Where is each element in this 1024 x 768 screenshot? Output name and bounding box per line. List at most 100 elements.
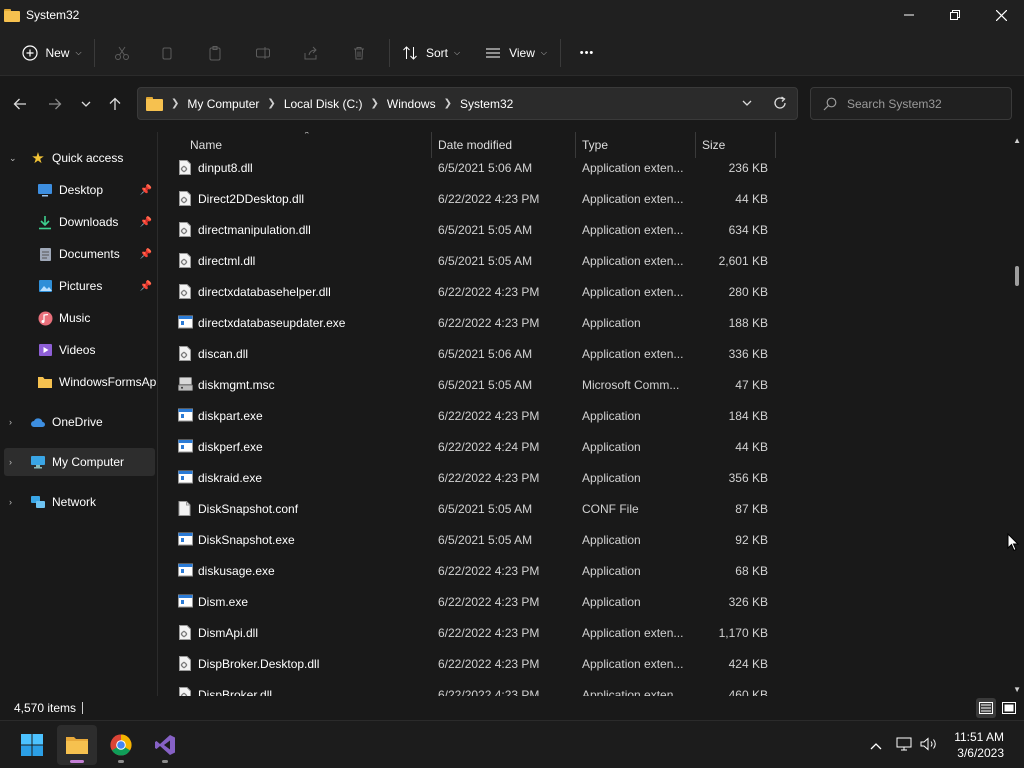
sidebar-item-label: OneDrive <box>52 415 103 429</box>
minimize-button[interactable] <box>886 0 932 30</box>
vertical-scrollbar[interactable]: ▲ ▼ <box>1010 132 1024 696</box>
start-button[interactable] <box>12 725 52 765</box>
computer-icon <box>30 454 46 470</box>
pin-icon[interactable]: 📌 <box>140 249 152 260</box>
table-row[interactable]: Dism.exe 6/22/2022 4:23 PM Application 326 … <box>159 586 799 617</box>
column-type[interactable]: Type <box>582 138 608 152</box>
table-row[interactable]: DismApi.dll 6/22/2022 4:23 PM Application … <box>159 617 799 648</box>
forward-button[interactable] <box>43 92 67 116</box>
chevron-down-icon[interactable]: ⌄ <box>9 153 21 164</box>
table-row[interactable]: directxdatabasehelper.dll 6/22/2022 4:23 … <box>159 276 799 307</box>
exe-icon <box>178 439 193 454</box>
more-options-button[interactable]: ••• <box>567 37 607 69</box>
sidebar-item-label: Quick access <box>52 151 124 165</box>
chevron-right-icon: ❯ <box>370 98 379 109</box>
back-button[interactable] <box>8 92 32 116</box>
file-name: directxdatabasehelper.dll <box>198 284 331 299</box>
window-title: System32 <box>26 8 80 22</box>
chevron-right-icon[interactable]: › <box>9 417 21 427</box>
column-size[interactable]: Size <box>702 138 725 152</box>
table-row[interactable]: dinput8.dll 6/5/2021 5:06 AM Application e… <box>159 152 799 183</box>
table-row[interactable]: DiskSnapshot.conf 6/5/2021 5:05 AM CONF Fi… <box>159 493 799 524</box>
column-name[interactable]: Name <box>190 138 222 152</box>
new-button[interactable]: New ⌵ <box>16 37 88 69</box>
sidebar-item-documents[interactable]: Documents 📌 <box>0 240 158 268</box>
chevron-right-icon: ❯ <box>443 98 452 109</box>
scroll-down-icon[interactable]: ▼ <box>1013 685 1021 694</box>
pin-icon[interactable]: 📌 <box>140 217 152 228</box>
file-date-modified: 6/22/2022 4:23 PM <box>438 284 540 299</box>
column-date-modified[interactable]: Date modified <box>438 138 512 152</box>
search-icon <box>823 97 837 110</box>
pin-icon[interactable]: 📌 <box>140 281 152 292</box>
taskbar-chrome[interactable] <box>101 725 141 765</box>
details-view-button[interactable] <box>976 698 996 718</box>
table-row[interactable]: diskusage.exe 6/22/2022 4:23 PM Applicatio… <box>159 555 799 586</box>
sidebar-item-pictures[interactable]: Pictures 📌 <box>0 272 158 300</box>
sidebar-item-windowsformsapp[interactable]: WindowsFormsAp <box>0 368 158 396</box>
refresh-button[interactable] <box>773 96 787 113</box>
table-row[interactable]: diskperf.exe 6/22/2022 4:24 PM Application… <box>159 431 799 462</box>
share-button[interactable] <box>287 37 335 69</box>
arrow-right-icon <box>49 98 62 110</box>
copy-button[interactable] <box>143 37 191 69</box>
search-box[interactable] <box>810 87 1012 120</box>
search-input[interactable] <box>847 96 997 111</box>
sidebar-item-downloads[interactable]: Downloads 📌 <box>0 208 158 236</box>
restore-button[interactable] <box>932 0 978 30</box>
delete-button[interactable] <box>335 37 383 69</box>
sidebar-item-network[interactable]: › Network <box>0 488 158 516</box>
breadcrumb-windows[interactable]: Windows <box>387 97 436 111</box>
table-row[interactable]: directmanipulation.dll 6/5/2021 5:05 AM Ap… <box>159 214 799 245</box>
scrollbar-thumb[interactable] <box>1015 266 1019 286</box>
sort-button[interactable]: Sort ⌵ <box>396 37 466 69</box>
chevron-right-icon: ❯ <box>171 98 180 109</box>
sidebar-item-quick-access[interactable]: ⌄ ★ Quick access <box>0 144 158 172</box>
sidebar-item-videos[interactable]: Videos <box>0 336 158 364</box>
taskbar-file-explorer[interactable] <box>57 725 97 765</box>
sidebar-item-my-computer[interactable]: › My Computer <box>4 448 155 476</box>
table-row[interactable]: Direct2DDesktop.dll 6/22/2022 4:23 PM Appl… <box>159 183 799 214</box>
table-row[interactable]: directml.dll 6/5/2021 5:05 AM Application … <box>159 245 799 276</box>
pin-icon[interactable]: 📌 <box>140 185 152 196</box>
volume-icon[interactable] <box>920 736 938 754</box>
sidebar-item-music[interactable]: Music <box>0 304 158 332</box>
sidebar-item-label: Pictures <box>59 279 103 293</box>
view-list-icon <box>486 48 501 57</box>
sidebar-item-onedrive[interactable]: › OneDrive <box>0 408 158 436</box>
breadcrumb-system32[interactable]: System32 <box>460 97 513 111</box>
chevron-right-icon[interactable]: › <box>9 497 21 507</box>
paste-button[interactable] <box>191 37 239 69</box>
clock-time: 11:51 AM <box>954 730 1004 744</box>
sidebar-item-desktop[interactable]: Desktop 📌 <box>0 176 158 204</box>
windows-logo-icon <box>21 734 43 756</box>
thumbnail-view-button[interactable] <box>999 698 1019 718</box>
rename-button[interactable] <box>239 37 287 69</box>
table-row[interactable]: DispBroker.Desktop.dll 6/22/2022 4:23 PM A… <box>159 648 799 679</box>
breadcrumb-my-computer[interactable]: My Computer <box>187 97 259 111</box>
table-row[interactable]: DiskSnapshot.exe 6/5/2021 5:05 AM Applicat… <box>159 524 799 555</box>
show-hidden-icons-button[interactable] <box>870 738 882 753</box>
view-button[interactable]: View ⌵ <box>478 37 554 69</box>
table-row[interactable]: DispBroker.dll 6/22/2022 4:23 PM Applicati… <box>159 679 799 696</box>
table-row[interactable]: diskraid.exe 6/22/2022 4:23 PM Application… <box>159 462 799 493</box>
network-status-icon[interactable] <box>896 737 912 754</box>
taskbar-visual-studio[interactable] <box>145 725 185 765</box>
table-row[interactable]: diskmgmt.msc 6/5/2021 5:05 AM Microsoft Co… <box>159 369 799 400</box>
table-row[interactable]: discan.dll 6/5/2021 5:06 AM Application ex… <box>159 338 799 369</box>
breadcrumb-local-disk[interactable]: Local Disk (C:) <box>284 97 363 111</box>
clock[interactable]: 11:51 AM 3/6/2023 <box>954 729 1004 761</box>
address-bar[interactable]: ❯ My Computer ❯ Local Disk (C:) ❯ Window… <box>137 87 798 120</box>
address-history-button[interactable] <box>741 97 753 112</box>
clipboard-icon <box>209 45 221 60</box>
table-row[interactable]: directxdatabaseupdater.exe 6/22/2022 4:23… <box>159 307 799 338</box>
dll-icon <box>178 284 192 299</box>
scroll-up-icon[interactable]: ▲ <box>1013 136 1021 145</box>
thumbnail-view-icon <box>1002 702 1016 714</box>
chevron-right-icon[interactable]: › <box>9 457 21 467</box>
recent-locations-button[interactable] <box>74 92 98 116</box>
cut-button[interactable] <box>101 37 143 69</box>
close-button[interactable] <box>978 0 1024 30</box>
table-row[interactable]: diskpart.exe 6/22/2022 4:23 PM Application… <box>159 400 799 431</box>
up-button[interactable] <box>103 92 127 116</box>
